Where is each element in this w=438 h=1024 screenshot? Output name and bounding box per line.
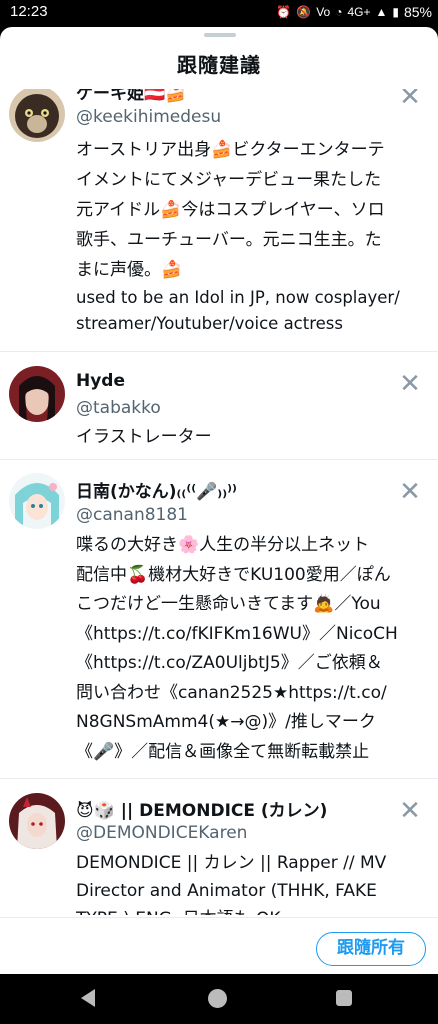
navigation-bar (0, 974, 438, 1024)
bio-line: Director and Animator (THHK, FAKE (76, 881, 377, 901)
avatar[interactable] (9, 89, 65, 142)
status-time: 12:23 (10, 3, 48, 20)
close-icon[interactable]: ✕ (398, 798, 422, 824)
bio-line: 配信中🍒機材大好きでKU100愛用／ぽん (76, 564, 391, 585)
bio-line: イメントにてメジャーデビュー果たした (76, 170, 382, 190)
suggestion-list[interactable]: ケーキ姫🇦🇹🍰 @keekihimedesu オーストリア出身🍰ビクターエンター… (0, 89, 438, 917)
bio-line: TYPE.) ENG. 日本語も OK (76, 905, 428, 915)
bio-line: streamer/Youtuber/voice actress (76, 314, 343, 333)
battery-percent: 85% (403, 4, 432, 20)
close-icon[interactable]: ✕ (398, 371, 422, 397)
follow-all-button[interactable]: 跟隨所有 (316, 932, 426, 966)
battery-icon: ▮ (392, 5, 399, 19)
drag-handle[interactable] (204, 33, 236, 37)
back-triangle-icon[interactable] (81, 989, 95, 1007)
avatar[interactable] (9, 793, 65, 849)
user-handle[interactable]: @tabakko (76, 398, 161, 418)
bio-line: イラストレーター (76, 427, 212, 447)
wifi-icon: ◔ (335, 5, 343, 19)
bio-line: 元アイドル🍰今はコスプレイヤー、ソロ (76, 200, 385, 220)
list-item[interactable]: ケーキ姫🇦🇹🍰 @keekihimedesu オーストリア出身🍰ビクターエンター… (0, 89, 438, 352)
avatar[interactable] (9, 473, 65, 529)
user-bio: オーストリア出身🍰ビクターエンターテ イメントにてメジャーデビュー果たした 元ア… (76, 135, 428, 337)
bio-line: N8GNSmAmm4(★→@)》/推しマーク (76, 712, 376, 732)
home-circle-icon[interactable] (208, 989, 227, 1008)
user-handle[interactable]: @DEMONDICEKaren (76, 823, 247, 843)
signal-icon: ▲ (375, 5, 388, 19)
status-icons: ⏰ 🔕 Vo ◔ 4G+ ▲ ▮ 85% (276, 4, 432, 20)
user-name[interactable]: ケーキ姫🇦🇹🍰 (76, 89, 186, 104)
sheet-footer: 跟隨所有 (0, 917, 438, 974)
user-name[interactable]: 😈🎲 || DEMONDICE (カレン) (76, 796, 327, 821)
user-bio: イラストレーター (76, 422, 428, 452)
avatar[interactable] (9, 366, 65, 422)
bio-line: 《https://t.co/fKIFKm16WU》／NicoCH (76, 623, 398, 644)
bio-line: 歌手、ユーチューバー。元ニコ生主。た (76, 230, 382, 250)
sheet-title: 跟隨建議 (177, 53, 261, 77)
list-item[interactable]: 日南(かなん)₍₍⁽⁽🎤₎₎⁾⁾ @canan8181 喋るの大好き🌸人生の半分… (0, 460, 438, 779)
network-type: 4G+ (347, 5, 371, 19)
alarm-icon: ⏰ (276, 5, 292, 19)
volte-icon: Vo (316, 5, 331, 19)
bio-line: DEMONDICE || カレン || Rapper // MV (76, 853, 387, 873)
user-name[interactable]: Hyde (76, 371, 125, 391)
user-bio: 喋るの大好き🌸人生の半分以上ネット 配信中🍒機材大好きでKU100愛用／ぽん こ… (76, 531, 428, 767)
bio-line: オーストリア出身🍰ビクターエンターテ (76, 140, 385, 160)
recent-apps-square-icon[interactable] (336, 990, 352, 1006)
bio-line: 問い合わせ《canan2525★https://t.co/ (76, 682, 387, 703)
bio-line: used to be an Idol in JP, now cosplayer/ (76, 288, 400, 307)
follow-suggestions-sheet: 跟隨建議 ケーキ姫🇦🇹🍰 @keekihimedesu オーストリア出身🍰ビクタ… (0, 27, 438, 974)
bio-line: まに声優。🍰 (76, 260, 183, 280)
bio-line: 喋るの大好き🌸人生の半分以上ネット (76, 535, 370, 555)
bio-line: 《https://t.co/ZA0UljbtJ5》／ご依頼＆ (76, 653, 383, 673)
list-item[interactable]: 😈🎲 || DEMONDICE (カレン) @DEMONDICEKaren DE… (0, 779, 438, 917)
list-item[interactable]: Hyde @tabakko イラストレーター ✕ (0, 352, 438, 460)
mute-icon: 🔕 (296, 5, 312, 19)
bio-line: 《🎤》／配信＆画像全て無断転載禁止 (76, 741, 370, 762)
user-handle[interactable]: @canan8181 (76, 505, 188, 525)
user-bio: DEMONDICE || カレン || Rapper // MV Directo… (76, 849, 428, 915)
user-handle[interactable]: @keekihimedesu (76, 107, 221, 127)
user-name[interactable]: 日南(かなん)₍₍⁽⁽🎤₎₎⁾⁾ (76, 477, 237, 502)
close-icon[interactable]: ✕ (398, 89, 422, 110)
status-bar: 12:23 ⏰ 🔕 Vo ◔ 4G+ ▲ ▮ 85% (0, 0, 438, 26)
close-icon[interactable]: ✕ (398, 479, 422, 505)
bio-line: こつだけど一生懸命いきてます🙇／You (76, 594, 381, 614)
